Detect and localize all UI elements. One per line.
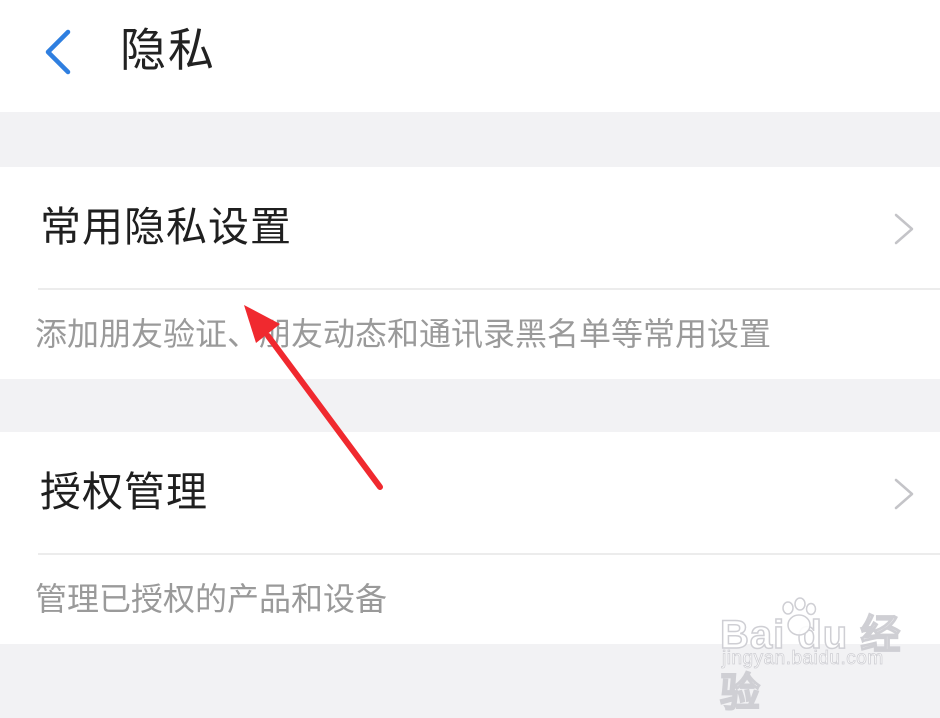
divider bbox=[38, 288, 940, 290]
watermark: Bai du 经验 jingyan.baidu.com bbox=[719, 596, 920, 716]
common-privacy-settings-label: 常用隐私设置 bbox=[40, 203, 292, 251]
watermark-site: jingyan.baidu.com bbox=[722, 648, 884, 670]
chevron-right-icon bbox=[894, 213, 914, 245]
chevron-left-icon bbox=[45, 29, 71, 75]
paw-icon bbox=[782, 597, 817, 636]
common-privacy-section: 常用隐私设置 添加朋友验证、朋友动态和通讯录黑名单等常用设置 bbox=[0, 167, 940, 379]
chevron-right-icon bbox=[894, 478, 914, 510]
page-title: 隐私 bbox=[120, 23, 216, 77]
authorization-management-label: 授权管理 bbox=[40, 468, 208, 516]
authorization-management-item[interactable]: 授权管理 bbox=[0, 432, 940, 553]
authorization-management-description: 管理已授权的产品和设备 bbox=[35, 580, 388, 618]
common-privacy-settings-description: 添加朋友验证、朋友动态和通讯录黑名单等常用设置 bbox=[35, 315, 772, 353]
common-privacy-settings-item[interactable]: 常用隐私设置 bbox=[0, 167, 940, 288]
back-button[interactable] bbox=[30, 18, 90, 82]
divider bbox=[38, 553, 940, 555]
app-header: 隐私 bbox=[0, 0, 940, 112]
